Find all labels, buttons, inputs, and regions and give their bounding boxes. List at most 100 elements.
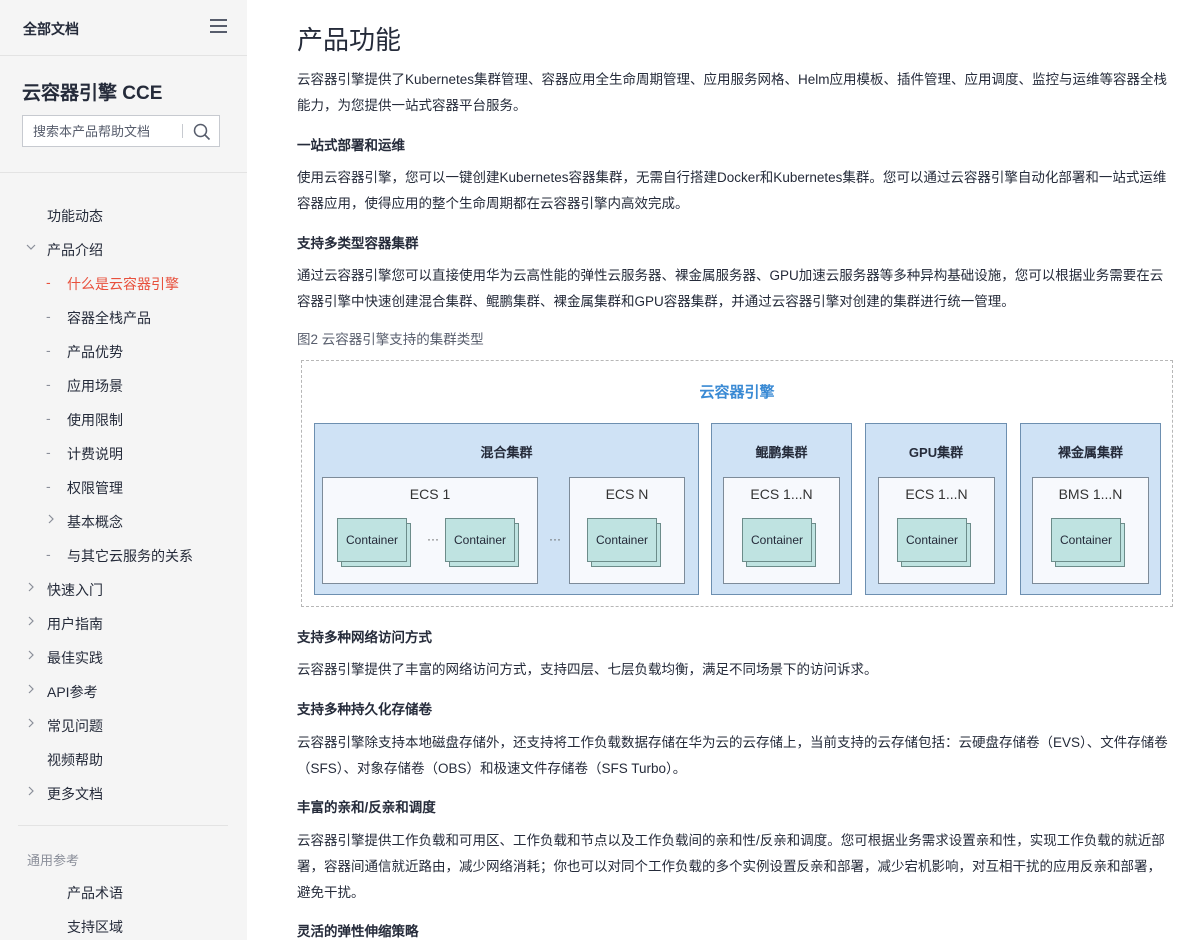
search-box <box>22 115 220 147</box>
chevron-right-icon <box>28 616 34 626</box>
kunpeng-cluster: 鲲鹏集群 ECS 1...N Container <box>711 423 852 595</box>
dash-icon: - <box>46 376 51 392</box>
bare-metal-cluster: 裸金属集群 BMS 1...N Container <box>1020 423 1161 595</box>
nav-item-permissions[interactable]: - 权限管理 <box>0 470 247 504</box>
container-box: Container <box>1051 518 1129 568</box>
container-label: Container <box>445 518 515 562</box>
nav-item-label: 应用场景 <box>67 378 123 394</box>
node-box: ECS 1...N Container <box>723 477 840 584</box>
dash-icon: - <box>46 308 51 324</box>
nav-item-limits[interactable]: - 使用限制 <box>0 402 247 436</box>
search-icon[interactable] <box>193 123 211 141</box>
nav-item-more-docs[interactable]: 更多文档 <box>0 776 247 810</box>
nav-item-container-stack[interactable]: - 容器全栈产品 <box>0 300 247 334</box>
nav-item-best-practices[interactable]: 最佳实践 <box>0 640 247 674</box>
section-paragraph: 通过云容器引擎您可以直接使用华为云高性能的弹性云服务器、裸金属服务器、GPU加速… <box>297 268 1164 309</box>
container-box: Container <box>897 518 975 568</box>
cluster-title: GPU集群 <box>908 445 964 460</box>
sidebar-divider <box>0 172 247 173</box>
section-heading: 一站式部署和运维 <box>297 138 405 153</box>
nav-item-concepts[interactable]: 基本概念 <box>0 504 247 538</box>
container-label: Container <box>897 518 967 562</box>
ellipsis: ··· <box>427 532 439 546</box>
nav-item-label: 快速入门 <box>47 582 103 598</box>
chevron-right-icon <box>28 650 34 660</box>
nav-item-billing[interactable]: - 计费说明 <box>0 436 247 470</box>
node-title: ECS 1...N <box>750 486 813 502</box>
nav-item-related-services[interactable]: - 与其它云服务的关系 <box>0 538 247 572</box>
search-input[interactable] <box>23 116 183 146</box>
nav-item-label: 用户指南 <box>47 616 103 632</box>
dash-icon: - <box>46 444 51 460</box>
gpu-cluster: GPU集群 ECS 1...N Container <box>865 423 1007 595</box>
nav-item-product-intro[interactable]: 产品介绍 <box>0 232 247 266</box>
nav-item-label: 基本概念 <box>67 514 123 530</box>
container-label: Container <box>587 518 657 562</box>
chevron-right-icon <box>28 786 34 796</box>
chevron-down-icon <box>26 244 36 250</box>
chevron-right-icon <box>28 582 34 592</box>
nav-item-label: 更多文档 <box>47 786 103 802</box>
container-label: Container <box>742 518 812 562</box>
general-reference-heading: 通用参考 <box>27 853 80 868</box>
menu-icon[interactable] <box>210 18 227 34</box>
cluster-title: 鲲鹏集群 <box>755 445 808 460</box>
nav-item-feature-updates[interactable]: 功能动态 <box>0 198 247 232</box>
nav-item-faq[interactable]: 常见问题 <box>0 708 247 742</box>
nav-item-label: 视频帮助 <box>47 752 103 768</box>
dash-icon: - <box>46 478 51 494</box>
section-heading: 支持多类型容器集群 <box>297 236 419 251</box>
sidebar: 全部文档 云容器引擎 CCE 功能动态 产品介绍 - 什么是云容器引擎 - 容器… <box>0 0 247 940</box>
chevron-right-icon <box>48 514 54 524</box>
nav-item-label: 权限管理 <box>67 480 123 496</box>
nav-item-glossary[interactable]: 产品术语 <box>0 875 247 909</box>
nav-item-label: 容器全栈产品 <box>67 310 151 326</box>
chevron-right-icon <box>28 684 34 694</box>
dash-icon: - <box>46 410 51 426</box>
node-box: ECS 1...N Container <box>878 477 995 584</box>
search-separator <box>182 124 183 138</box>
section-paragraph: 云容器引擎提供了丰富的网络访问方式，支持四层、七层负载均衡，满足不同场景下的访问… <box>297 662 878 677</box>
nav-item-user-guide[interactable]: 用户指南 <box>0 606 247 640</box>
nav-item-label: 产品术语 <box>67 885 123 901</box>
nav-item-scenarios[interactable]: - 应用场景 <box>0 368 247 402</box>
section-paragraph: 使用云容器引擎，您可以一键创建Kubernetes容器集群，无需自行搭建Dock… <box>297 170 1167 211</box>
nav-item-advantages[interactable]: - 产品优势 <box>0 334 247 368</box>
cluster-title: 裸金属集群 <box>1057 445 1123 460</box>
nav-item-label: 产品优势 <box>67 344 123 360</box>
section-heading: 支持多种持久化存储卷 <box>297 702 432 717</box>
cluster-title: 混合集群 <box>480 445 533 460</box>
node-box: BMS 1...N Container <box>1032 477 1149 584</box>
nav-item-video-help[interactable]: 视频帮助 <box>0 742 247 776</box>
intro-paragraph: 云容器引擎提供了Kubernetes集群管理、容器应用全生命周期管理、应用服务网… <box>297 72 1168 113</box>
nav-item-what-is-cce[interactable]: - 什么是云容器引擎 <box>0 266 247 300</box>
container-label: Container <box>1051 518 1121 562</box>
nav-item-label: 支持区域 <box>67 919 123 935</box>
nav-item-label: 使用限制 <box>67 412 123 428</box>
nav-item-label: API参考 <box>47 684 98 700</box>
nav-item-quick-start[interactable]: 快速入门 <box>0 572 247 606</box>
ellipsis: ··· <box>549 532 561 546</box>
product-name: 云容器引擎 CCE <box>22 83 163 104</box>
nav-item-label: 与其它云服务的关系 <box>67 548 193 564</box>
dash-icon: - <box>46 342 51 358</box>
nav-item-regions[interactable]: 支持区域 <box>0 909 247 940</box>
nav-item-api-reference[interactable]: API参考 <box>0 674 247 708</box>
container-box: Container <box>445 518 523 568</box>
page-title: 产品功能 <box>297 25 402 55</box>
cluster-types-diagram: 云容器引擎 混合集群 ECS 1 Container ··· Container… <box>301 360 1173 607</box>
container-label: Container <box>337 518 407 562</box>
all-docs-link[interactable]: 全部文档 <box>23 19 79 39</box>
section-paragraph: 云容器引擎提供工作负载和可用区、工作负载和节点以及工作负载间的亲和性/反亲和调度… <box>297 833 1165 900</box>
sidebar-header: 全部文档 <box>0 0 247 56</box>
node-box: ECS 1 Container ··· Container <box>322 477 538 584</box>
hybrid-cluster: 混合集群 ECS 1 Container ··· Container ··· E… <box>314 423 699 595</box>
nav-item-label: 最佳实践 <box>47 650 103 666</box>
node-title: ECS 1...N <box>905 486 968 502</box>
figure-caption: 图2 云容器引擎支持的集群类型 <box>297 332 484 347</box>
nav-item-label: 产品介绍 <box>47 242 103 258</box>
diagram-title: 云容器引擎 <box>699 384 775 401</box>
section-heading: 支持多种网络访问方式 <box>297 630 432 645</box>
sidebar-divider <box>18 825 228 826</box>
node-title: ECS N <box>605 486 649 502</box>
